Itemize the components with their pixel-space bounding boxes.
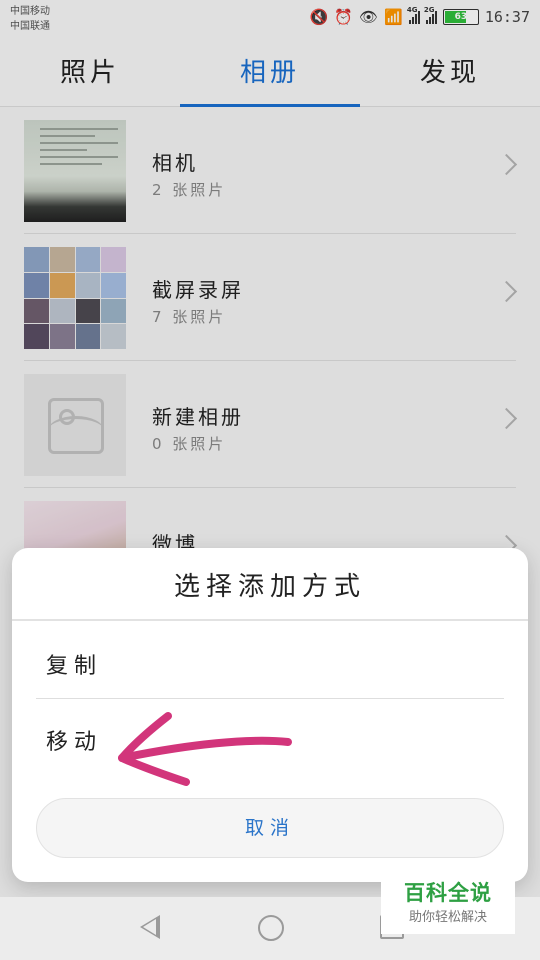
divider	[36, 698, 504, 699]
add-method-dialog: 选择添加方式 复制 移动 取消	[12, 548, 528, 882]
copy-option[interactable]: 复制	[46, 648, 102, 680]
move-option[interactable]: 移动	[46, 724, 102, 756]
watermark-slogan: 助你轻松解决	[408, 910, 487, 925]
cancel-button[interactable]: 取消	[36, 798, 504, 858]
back-icon[interactable]	[140, 915, 160, 939]
home-icon[interactable]	[258, 915, 284, 941]
watermark: 百科全说 助你轻松解决	[381, 876, 515, 934]
dialog-title: 选择添加方式	[173, 572, 366, 602]
divider	[12, 619, 528, 621]
watermark-brand: 百科全说	[404, 881, 492, 905]
